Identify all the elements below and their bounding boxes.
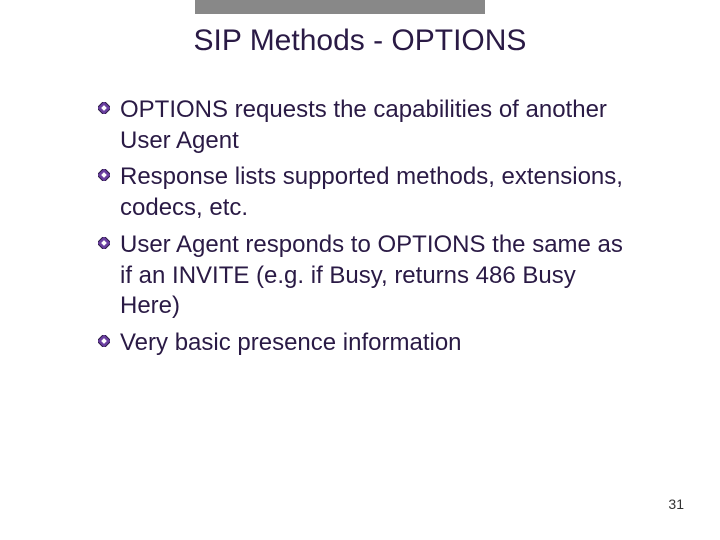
list-item: User Agent responds to OPTIONS the same … bbox=[98, 230, 638, 322]
list-item: Very basic presence information bbox=[98, 328, 638, 359]
list-item-text: Response lists supported methods, extens… bbox=[120, 162, 638, 223]
page-number: 31 bbox=[668, 496, 684, 512]
diamond-bullet-icon bbox=[98, 237, 110, 249]
bullet-list: OPTIONS requests the capabilities of ano… bbox=[98, 95, 638, 365]
list-item: OPTIONS requests the capabilities of ano… bbox=[98, 95, 638, 156]
top-bar-decoration bbox=[195, 0, 485, 14]
list-item-text: Very basic presence information bbox=[120, 328, 638, 359]
list-item-text: OPTIONS requests the capabilities of ano… bbox=[120, 95, 638, 156]
slide: SIP Methods - OPTIONS OPTIONS requests t… bbox=[0, 0, 720, 540]
diamond-bullet-icon bbox=[98, 102, 110, 114]
diamond-bullet-icon bbox=[98, 335, 110, 347]
slide-title: SIP Methods - OPTIONS bbox=[0, 24, 720, 58]
list-item-text: User Agent responds to OPTIONS the same … bbox=[120, 230, 638, 322]
list-item: Response lists supported methods, extens… bbox=[98, 162, 638, 223]
diamond-bullet-icon bbox=[98, 169, 110, 181]
